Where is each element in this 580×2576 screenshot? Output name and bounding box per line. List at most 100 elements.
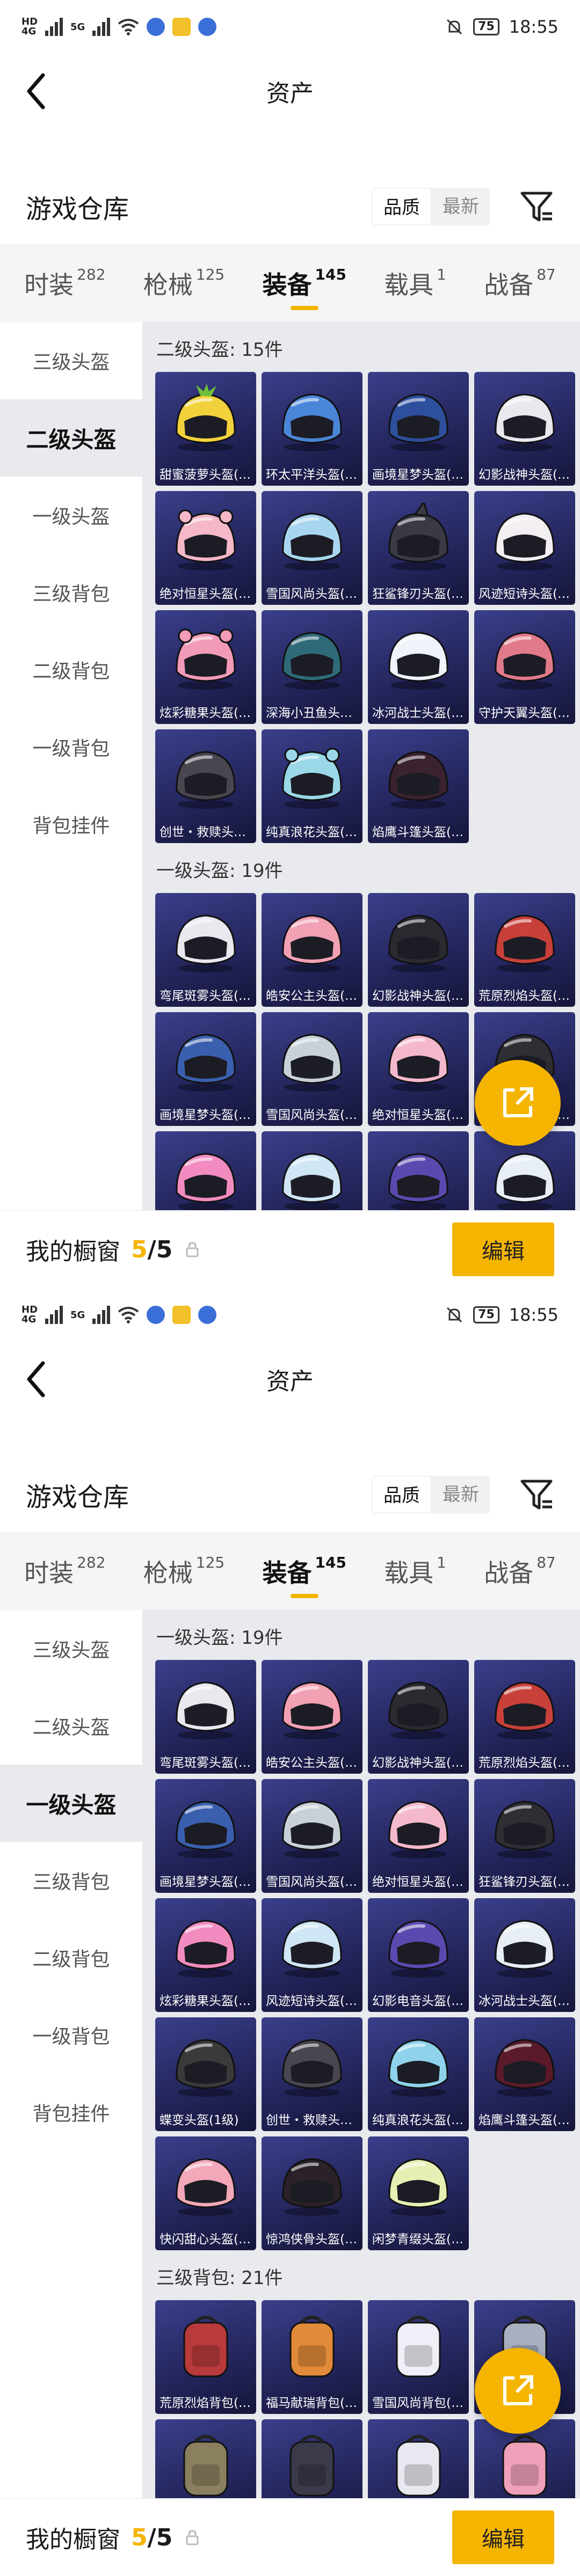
sidebar-item-level3-backpack[interactable]: 三级背包 (0, 1842, 142, 1919)
item-card[interactable]: 皓安公主头盔(1级) (262, 1660, 363, 1774)
item-card[interactable]: 皓安公主头盔(1级) (262, 893, 363, 1007)
sort-quality-button[interactable]: 品质 (372, 188, 432, 225)
tab-vehicles[interactable]: 载具 1 (380, 1532, 451, 1610)
item-card[interactable]: 焰鹰斗篷头盔(2级) (368, 729, 469, 843)
tab-weapons[interactable]: 枪械 125 (139, 1532, 229, 1610)
filter-icon[interactable] (519, 1477, 554, 1512)
item-card[interactable]: 纯真浪花头盔(2级) (262, 729, 363, 843)
pineapple-helmet-icon (176, 384, 236, 451)
sort-newest-button[interactable]: 最新 (432, 188, 490, 225)
sort-newest-button[interactable]: 最新 (432, 1476, 490, 1513)
item-card[interactable]: 幻影电音头盔(1级) (368, 1898, 469, 2012)
item-card[interactable]: 创世・救赎头盔(1级) (262, 2017, 363, 2131)
item-card[interactable]: 绝对恒星头盔(1级) (368, 1012, 469, 1126)
back-arrow-icon[interactable] (21, 71, 54, 112)
item-card[interactable]: 画境星梦头盔(1级) (155, 1779, 256, 1893)
sidebar-item-backpack-charm[interactable]: 背包挂件 (0, 786, 142, 863)
item-card[interactable]: 画境星梦头盔(1级) (155, 1012, 256, 1126)
item-card[interactable]: 快闪甜心头盔(1级) (155, 2136, 256, 2250)
share-button[interactable] (475, 1060, 561, 1146)
sidebar-item-level2-backpack[interactable]: 二级背包 (0, 1919, 142, 1996)
sidebar-item-level1-helmet[interactable]: 一级头盔 (0, 477, 142, 554)
sidebar-item-level2-helmet[interactable]: 二级头盔 (0, 1687, 142, 1765)
item-card[interactable]: 炫彩糖果头盔(1级) (155, 1131, 256, 1210)
helmet-icon (388, 914, 448, 972)
item-card[interactable]: 狂鲨锋刃头盔(2级) (368, 491, 469, 605)
item-card[interactable]: 闲梦青缀头盔(1级) (368, 2136, 469, 2250)
sort-quality-button[interactable]: 品质 (372, 1476, 432, 1513)
item-card[interactable]: 荒原烈焰头盔(1级) (474, 1660, 575, 1774)
sidebar-item-level2-helmet[interactable]: 二级头盔 (0, 399, 142, 477)
sidebar-item-level1-backpack[interactable]: 一级背包 (0, 708, 142, 786)
item-name: 雪国风尚头盔(1级) (266, 1875, 363, 1889)
item-card[interactable]: 背包(3级) (155, 2419, 256, 2498)
tab-supplies[interactable]: 战备 87 (480, 244, 560, 322)
item-card[interactable]: 雪国风尚头盔(1级) (262, 1012, 363, 1126)
item-card[interactable]: 风迹短诗头盔(1级) (262, 1131, 363, 1210)
helmet-icon (176, 1681, 236, 1739)
item-card[interactable]: 炫彩糖果头盔(2级) (155, 610, 256, 724)
item-card[interactable]: 背包(3级) (262, 2419, 363, 2498)
item-card[interactable]: 冰河战士头盔(2级) (368, 610, 469, 724)
sidebar-item-level1-backpack[interactable]: 一级背包 (0, 1996, 142, 2074)
sidebar-item-level3-helmet[interactable]: 三级头盔 (0, 322, 142, 399)
item-card[interactable]: 弯尾斑雾头盔(1级) (155, 893, 256, 1007)
item-card[interactable]: 纯真浪花头盔(1级) (368, 2017, 469, 2131)
item-card[interactable]: 福马献瑞背包(3级) (262, 2300, 363, 2414)
section-title: 一级头盔: 19件 (156, 860, 283, 882)
helmet-icon (388, 1920, 448, 1978)
item-card[interactable]: 弯尾斑雾头盔(1级) (155, 1660, 256, 1774)
tab-equipment[interactable]: 装备 145 (258, 244, 350, 322)
item-card[interactable]: 狂鲨锋刃头盔(1级) (474, 1779, 575, 1893)
sidebar-item-level3-helmet[interactable]: 三级头盔 (0, 1610, 142, 1687)
backpack-icon (502, 2435, 547, 2497)
sidebar-item-level3-backpack[interactable]: 三级背包 (0, 554, 142, 631)
edit-button[interactable]: 编辑 (452, 2511, 554, 2564)
item-card[interactable]: 守护天翼头盔(2级) (474, 610, 575, 724)
item-card[interactable]: 炫彩糖果头盔(1级) (155, 1898, 256, 2012)
screen-1: HD 4G 5G 75 18:55 资产 游戏仓库 品质 最新 时装 282 枪械 1… (0, 0, 580, 1288)
sidebar-item-backpack-charm[interactable]: 背包挂件 (0, 2074, 142, 2151)
item-card[interactable]: 环太平洋头盔(2级) (262, 372, 363, 486)
item-card[interactable]: 荒原烈焰头盔(1级) (474, 893, 575, 1007)
item-card[interactable]: 画境星梦头盔(2级) (368, 372, 469, 486)
item-card[interactable]: 雪国风尚背包(3级) (368, 2300, 469, 2414)
tab-vehicles[interactable]: 载具 1 (380, 244, 451, 322)
back-arrow-icon[interactable] (21, 1359, 54, 1400)
filter-icon[interactable] (519, 189, 554, 224)
tab-equipment[interactable]: 装备 145 (258, 1532, 350, 1610)
item-card[interactable]: 风迹短诗头盔(2级) (474, 491, 575, 605)
sidebar-item-level2-backpack[interactable]: 二级背包 (0, 631, 142, 708)
item-card[interactable]: 绝对恒星头盔(1级) (368, 1779, 469, 1893)
item-name: 绝对恒星头盔(2级) (160, 587, 256, 601)
helmet-icon (388, 632, 448, 690)
item-card[interactable]: 幻影电音头盔(1级) (368, 1131, 469, 1210)
tab-fashion[interactable]: 时装 282 (20, 1532, 110, 1610)
item-card[interactable]: 雪国风尚头盔(1级) (262, 1779, 363, 1893)
item-card[interactable]: 幻影战神头盔(1级) (368, 1660, 469, 1774)
item-name: 创世・救赎头盔(1级) (266, 2113, 363, 2127)
item-card[interactable]: 冰河战士头盔(1级) (474, 1898, 575, 2012)
sidebar-item-level1-helmet[interactable]: 一级头盔 (0, 1765, 142, 1842)
edit-button[interactable]: 编辑 (452, 1223, 554, 1276)
item-card[interactable]: 幻影战神头盔(2级) (474, 372, 575, 486)
item-card[interactable]: 幻影战神头盔(1级) (368, 893, 469, 1007)
item-card[interactable]: 深海小丑鱼头盔(2级) (262, 610, 363, 724)
item-card[interactable]: 背包(3级) (368, 2419, 469, 2498)
item-card[interactable]: 焰鹰斗篷头盔(1级) (474, 2017, 575, 2131)
lock-icon (186, 1242, 199, 1257)
tab-supplies[interactable]: 战备 87 (480, 1532, 560, 1610)
item-card[interactable]: 荒原烈焰背包(3级) (155, 2300, 256, 2414)
item-card[interactable]: 绝对恒星头盔(2级) (155, 491, 256, 605)
item-card[interactable]: 创世・救赎头盔(2级) (155, 729, 256, 843)
item-card[interactable]: 风迹短诗头盔(1级) (262, 1898, 363, 2012)
item-card[interactable]: 雪国风尚头盔(2级) (262, 491, 363, 605)
item-name: 幻影战神头盔(2级) (479, 468, 575, 482)
tab-weapons[interactable]: 枪械 125 (139, 244, 229, 322)
item-card[interactable]: 惊鸿侠骨头盔(1级) (262, 2136, 363, 2250)
item-card[interactable]: 甜蜜菠萝头盔(2级) (155, 372, 256, 486)
section-title: 三级背包: 21件 (156, 2267, 283, 2289)
item-card[interactable]: 蝶变头盔(1级) (155, 2017, 256, 2131)
share-button[interactable] (475, 2348, 561, 2434)
tab-fashion[interactable]: 时装 282 (20, 244, 110, 322)
